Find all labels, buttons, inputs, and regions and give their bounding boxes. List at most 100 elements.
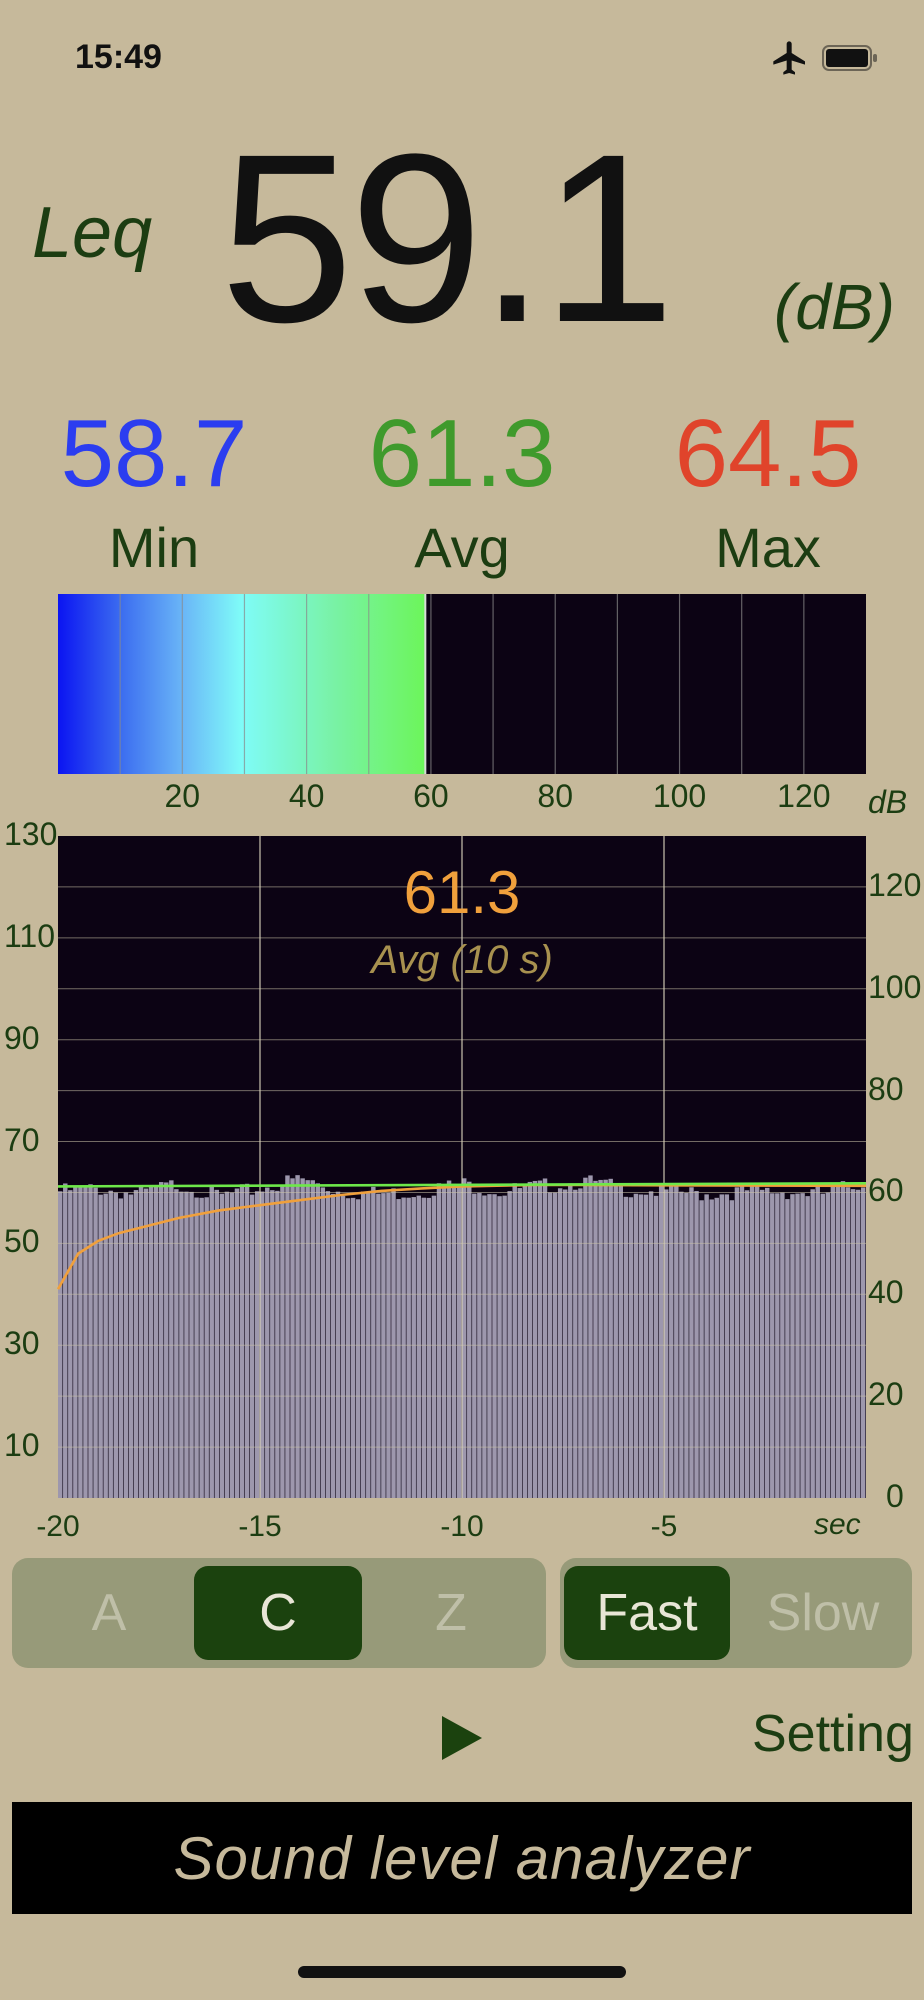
min-stat: 58.7 Min: [24, 406, 284, 576]
history-bar: [482, 1195, 487, 1498]
history-bar: [325, 1191, 331, 1498]
level-tick-label: 120: [777, 778, 831, 814]
history-chart: [0, 820, 924, 1550]
history-bar: [497, 1196, 502, 1498]
home-indicator[interactable]: [298, 1966, 626, 1978]
history-bar: [421, 1197, 427, 1498]
history-bar: [270, 1190, 275, 1498]
history-bar: [138, 1185, 144, 1498]
history-bar: [456, 1183, 462, 1498]
max-label: Max: [715, 516, 821, 579]
history-bar: [855, 1189, 861, 1498]
history-bar: [522, 1184, 528, 1498]
history-bar: [765, 1187, 770, 1498]
history-bar: [467, 1181, 472, 1498]
history-bar: [234, 1188, 240, 1498]
avg-overlay-label: Avg (10 s): [371, 938, 553, 982]
y-right-tick-label: 40: [868, 1274, 904, 1311]
history-bar: [239, 1184, 245, 1498]
history-bar: [78, 1186, 83, 1498]
response-slow-button[interactable]: Slow: [738, 1566, 908, 1660]
history-bar: [598, 1179, 603, 1498]
avg-stat: 61.3 Avg: [332, 406, 592, 576]
history-bar: [209, 1186, 214, 1498]
history-bar: [537, 1180, 543, 1498]
status-time: 15:49: [75, 38, 162, 76]
history-bar: [204, 1197, 209, 1498]
history-bar: [578, 1188, 583, 1498]
history-bar: [502, 1195, 507, 1498]
weighting-c-button[interactable]: C: [194, 1566, 362, 1660]
history-bar: [674, 1184, 679, 1498]
history-bar: [340, 1195, 346, 1498]
history-bar: [658, 1183, 664, 1498]
history-bar: [376, 1193, 381, 1498]
history-bar: [411, 1197, 416, 1498]
y-right-tick-label: 0: [886, 1478, 904, 1514]
setting-button[interactable]: Setting: [752, 1704, 914, 1764]
history-bar: [164, 1182, 169, 1498]
history-bar: [749, 1184, 755, 1498]
play-icon[interactable]: [436, 1712, 488, 1764]
history-bar: [128, 1194, 134, 1498]
history-bar: [174, 1189, 179, 1498]
history-bar: [517, 1188, 522, 1498]
level-fill: [58, 594, 426, 774]
history-bar: [214, 1189, 219, 1498]
y-right-tick-label: 20: [868, 1376, 904, 1413]
history-bar: [583, 1177, 588, 1498]
history-bar: [694, 1191, 699, 1498]
history-bar: [406, 1197, 411, 1498]
history-bar: [73, 1185, 78, 1498]
leq-value: 59.1: [220, 104, 675, 372]
history-bar: [810, 1189, 815, 1498]
history-bar: [840, 1181, 846, 1498]
weighting-a-button[interactable]: A: [28, 1566, 190, 1660]
history-bar: [265, 1187, 270, 1498]
history-bar: [689, 1187, 694, 1498]
history-bar: [588, 1175, 593, 1498]
history-bar: [153, 1186, 159, 1498]
history-bar: [194, 1197, 199, 1498]
history-bar: [436, 1183, 442, 1498]
history-bar: [391, 1188, 396, 1498]
history-bar: [699, 1200, 704, 1498]
history-bar: [527, 1181, 533, 1498]
history-bar: [507, 1191, 512, 1498]
history-bar: [169, 1180, 174, 1498]
battery-icon: [822, 45, 877, 71]
weighting-z-button[interactable]: Z: [370, 1566, 532, 1660]
response-fast-button[interactable]: Fast: [564, 1566, 730, 1660]
history-bar: [805, 1196, 810, 1498]
history-bar: [648, 1191, 654, 1498]
history-bar: [219, 1193, 225, 1498]
y-left-tick-label: 70: [4, 1121, 40, 1158]
history-bar: [68, 1190, 73, 1498]
y-right-tick-label: 120: [868, 866, 922, 903]
history-bar: [148, 1185, 154, 1498]
level-tick-label: 100: [652, 778, 707, 814]
history-bar: [850, 1189, 856, 1498]
history-bar: [310, 1180, 315, 1498]
history-bar: [300, 1178, 305, 1498]
history-bar: [623, 1196, 629, 1498]
history-bar: [739, 1184, 745, 1498]
history-bar: [320, 1187, 326, 1498]
history-bar: [744, 1190, 750, 1498]
y-left-tick-label: 130: [4, 816, 58, 852]
history-bar: [83, 1185, 88, 1498]
level-meter-graphic: [58, 594, 805, 774]
y-right-tick-label: 60: [868, 1172, 904, 1209]
y-left-tick-label: 30: [4, 1325, 40, 1362]
history-bar: [638, 1194, 644, 1498]
y-right-tick-label: 100: [868, 968, 922, 1005]
history-bar: [330, 1193, 336, 1498]
history-bar: [355, 1199, 361, 1498]
leq-unit: (dB): [774, 271, 895, 343]
history-bar: [295, 1175, 300, 1498]
history-bar: [845, 1187, 851, 1498]
history-bar: [830, 1185, 836, 1498]
history-bar: [593, 1180, 598, 1498]
banner-text: Sound level analyzer: [173, 1824, 751, 1892]
history-bar: [88, 1184, 93, 1498]
